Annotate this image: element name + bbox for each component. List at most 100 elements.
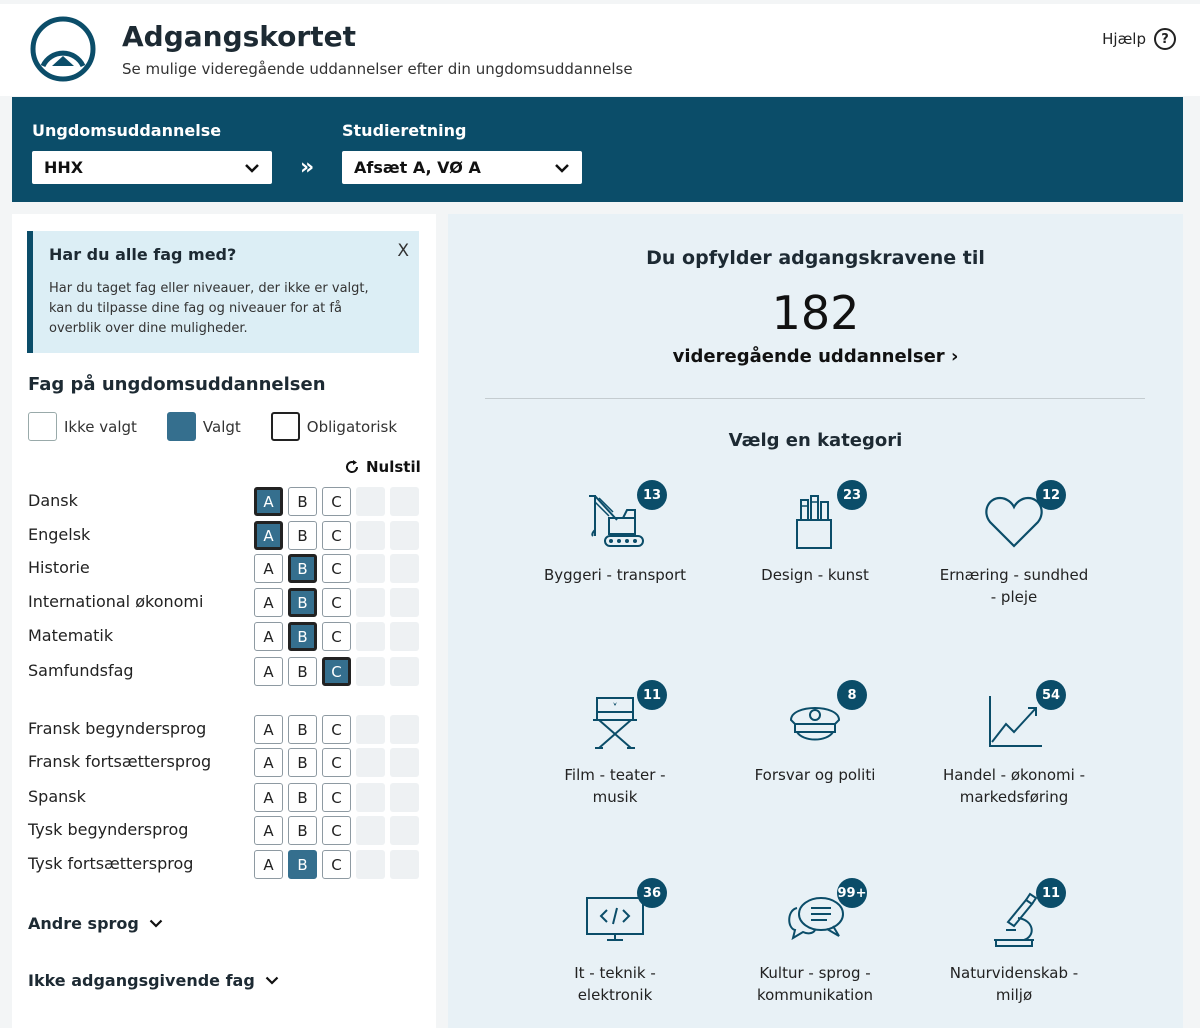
category-label-line: kommunikation	[756, 986, 874, 1004]
level-b-button[interactable]: B	[288, 816, 317, 845]
count-badge: 12	[1036, 480, 1066, 510]
level-b-button[interactable]: B	[288, 521, 317, 550]
level-c-button[interactable]: C	[322, 850, 351, 879]
study-value: Afsæt A, VØ A	[354, 158, 481, 177]
count-badge: 23	[837, 480, 867, 510]
category-card[interactable]: 11 Naturvidenskab - miljø	[924, 878, 1104, 1028]
count-badge: 13	[637, 480, 667, 510]
category-label-line: Kultur - sprog -	[759, 964, 871, 982]
level-a-button[interactable]: A	[254, 816, 283, 845]
level-a-button[interactable]: A	[254, 657, 283, 686]
count-badge: 36	[637, 878, 667, 908]
count-badge: 8	[837, 680, 867, 710]
level-b-button[interactable]: B	[288, 715, 317, 744]
category-label-line: Byggeri - transport	[543, 566, 687, 584]
category-label-line: - pleje	[990, 588, 1038, 606]
category-card[interactable]: 13 Byggeri - transport	[525, 480, 705, 650]
app-title: Adgangskortet	[122, 20, 356, 53]
subject-row: Historie A B C	[28, 553, 428, 585]
legend: Ikke valgt Valgt Obligatorisk	[28, 412, 427, 441]
legend-not-selected: Ikke valgt	[28, 412, 137, 441]
close-icon[interactable]: X	[397, 241, 409, 261]
level-a-button[interactable]: A	[254, 748, 283, 777]
level-a-button[interactable]: A	[254, 783, 283, 812]
reset-button[interactable]: Nulstil	[344, 458, 421, 476]
level-b-button[interactable]: B	[288, 657, 317, 686]
category-card[interactable]: 11 Film - teater - musik	[525, 680, 705, 850]
category-label-line: markedsføring	[959, 788, 1069, 806]
level-c-button[interactable]: C	[322, 554, 351, 583]
category-label: Kultur - sprog - kommunikation	[725, 962, 905, 1006]
legend-label: Ikke valgt	[64, 417, 137, 436]
level-c-button[interactable]: C	[322, 622, 351, 651]
subject-name: Tysk begyndersprog	[28, 820, 189, 839]
empty-level-slot	[390, 816, 419, 845]
category-label: It - teknik - elektronik	[525, 962, 705, 1006]
empty-level-slot	[390, 748, 419, 777]
subject-name: Historie	[28, 558, 90, 577]
divider	[485, 398, 1145, 399]
level-a-button[interactable]: A	[254, 554, 283, 583]
category-card[interactable]: 12 Ernæring - sundhed - pleje	[924, 480, 1104, 650]
category-card[interactable]: 36 It - teknik - elektronik	[525, 878, 705, 1028]
subject-name: Samfundsfag	[28, 661, 134, 680]
level-b-button[interactable]: B	[288, 588, 317, 617]
double-arrow-icon: »	[300, 155, 315, 180]
level-a-button[interactable]: A	[254, 622, 283, 651]
results-panel: Du opfylder adgangskravene til 182 vider…	[448, 214, 1183, 1028]
level-a-button[interactable]: A	[254, 850, 283, 879]
empty-level-slot	[356, 816, 385, 845]
category-card[interactable]: 8 Forsvar og politi	[725, 680, 905, 850]
level-a-button[interactable]: A	[254, 487, 283, 516]
educations-link[interactable]: videregående uddannelser ›	[448, 346, 1183, 367]
empty-level-slot	[390, 850, 419, 879]
level-c-button[interactable]: C	[322, 748, 351, 777]
legend-mandatory: Obligatorisk	[270, 412, 397, 441]
level-b-button[interactable]: B	[288, 622, 317, 651]
empty-level-slot	[356, 850, 385, 879]
education-label: Ungdomsuddannelse	[32, 121, 222, 140]
empty-level-slot	[356, 588, 385, 617]
level-a-button[interactable]: A	[254, 588, 283, 617]
subject-name: Dansk	[28, 491, 78, 510]
level-b-button[interactable]: B	[288, 748, 317, 777]
category-label-line: It - teknik -	[574, 964, 656, 982]
empty-level-slot	[356, 783, 385, 812]
level-b-button[interactable]: B	[288, 487, 317, 516]
level-a-button[interactable]: A	[254, 715, 283, 744]
empty-level-slot	[390, 657, 419, 686]
category-card[interactable]: 99+ Kultur - sprog - kommunikation	[725, 878, 905, 1028]
education-select[interactable]: HHX	[32, 151, 272, 184]
level-b-button[interactable]: B	[288, 850, 317, 879]
other-languages-toggle[interactable]: Andre sprog	[28, 914, 163, 933]
non-admission-toggle[interactable]: Ikke adgangsgivende fag	[28, 971, 279, 990]
level-c-button[interactable]: C	[322, 657, 351, 686]
level-c-button[interactable]: C	[322, 715, 351, 744]
app-header: Adgangskortet Se mulige videregående udd…	[0, 4, 1200, 96]
level-b-button[interactable]: B	[288, 783, 317, 812]
level-c-button[interactable]: C	[322, 521, 351, 550]
category-card[interactable]: 54 Handel - økonomi - markedsføring	[924, 680, 1104, 850]
subject-row: Spansk A B C	[28, 782, 428, 814]
help-icon: ?	[1154, 28, 1176, 50]
level-c-button[interactable]: C	[322, 816, 351, 845]
empty-level-slot	[356, 715, 385, 744]
level-c-button[interactable]: C	[322, 783, 351, 812]
level-c-button[interactable]: C	[322, 588, 351, 617]
legend-label: Valgt	[202, 417, 241, 436]
subjects-title: Fag på ungdomsuddannelsen	[28, 374, 326, 395]
subject-name: Engelsk	[28, 525, 91, 544]
help-button[interactable]: Hjælp ?	[1102, 28, 1176, 50]
category-label-line: Handel - økonomi -	[943, 766, 1085, 784]
study-select[interactable]: Afsæt A, VØ A	[342, 151, 582, 184]
category-title: Vælg en kategori	[728, 430, 903, 451]
category-card[interactable]: 23 Design - kunst	[725, 480, 905, 650]
level-a-button[interactable]: A	[254, 521, 283, 550]
chevron-down-icon	[149, 919, 163, 928]
empty-level-slot	[390, 588, 419, 617]
level-c-button[interactable]: C	[322, 487, 351, 516]
level-b-button[interactable]: B	[288, 554, 317, 583]
count-badge: 99+	[837, 878, 867, 908]
chevron-right-icon: ›	[950, 346, 959, 367]
subject-name: Tysk fortsættersprog	[28, 854, 194, 873]
